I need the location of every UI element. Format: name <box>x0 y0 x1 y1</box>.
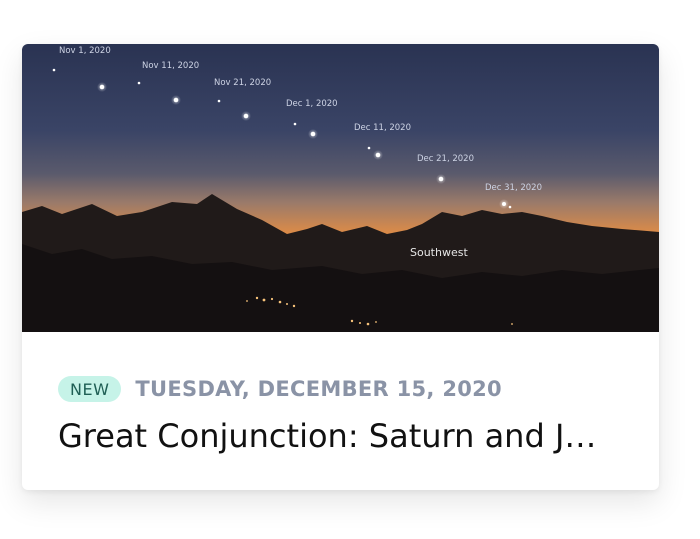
card-body: NEW TUESDAY, DECEMBER 15, 2020 Great Con… <box>58 374 623 458</box>
new-badge: NEW <box>58 376 122 402</box>
sky-label-nov-11: Nov 11, 2020 <box>142 61 199 71</box>
article-title[interactable]: Great Conjunction: Saturn and J… <box>58 414 623 458</box>
sky-label-dec-21: Dec 21, 2020 <box>417 154 474 164</box>
direction-label: Southwest <box>410 246 468 259</box>
sky-label-nov-21: Nov 21, 2020 <box>214 78 271 88</box>
sky-label-dec-1: Dec 1, 2020 <box>286 99 338 109</box>
sky-label-dec-31: Dec 31, 2020 <box>485 183 542 193</box>
publish-date: TUESDAY, DECEMBER 15, 2020 <box>135 377 502 401</box>
sky-label-dec-11: Dec 11, 2020 <box>354 123 411 133</box>
hero-image[interactable]: Nov 1, 2020 Nov 11, 2020 Nov 21, 2020 De… <box>22 44 659 332</box>
card-meta: NEW TUESDAY, DECEMBER 15, 2020 <box>58 374 623 404</box>
sky-illustration: Nov 1, 2020 Nov 11, 2020 Nov 21, 2020 De… <box>22 44 659 332</box>
sky-label-nov-1: Nov 1, 2020 <box>59 46 111 56</box>
article-card[interactable]: Nov 1, 2020 Nov 11, 2020 Nov 21, 2020 De… <box>22 44 659 490</box>
